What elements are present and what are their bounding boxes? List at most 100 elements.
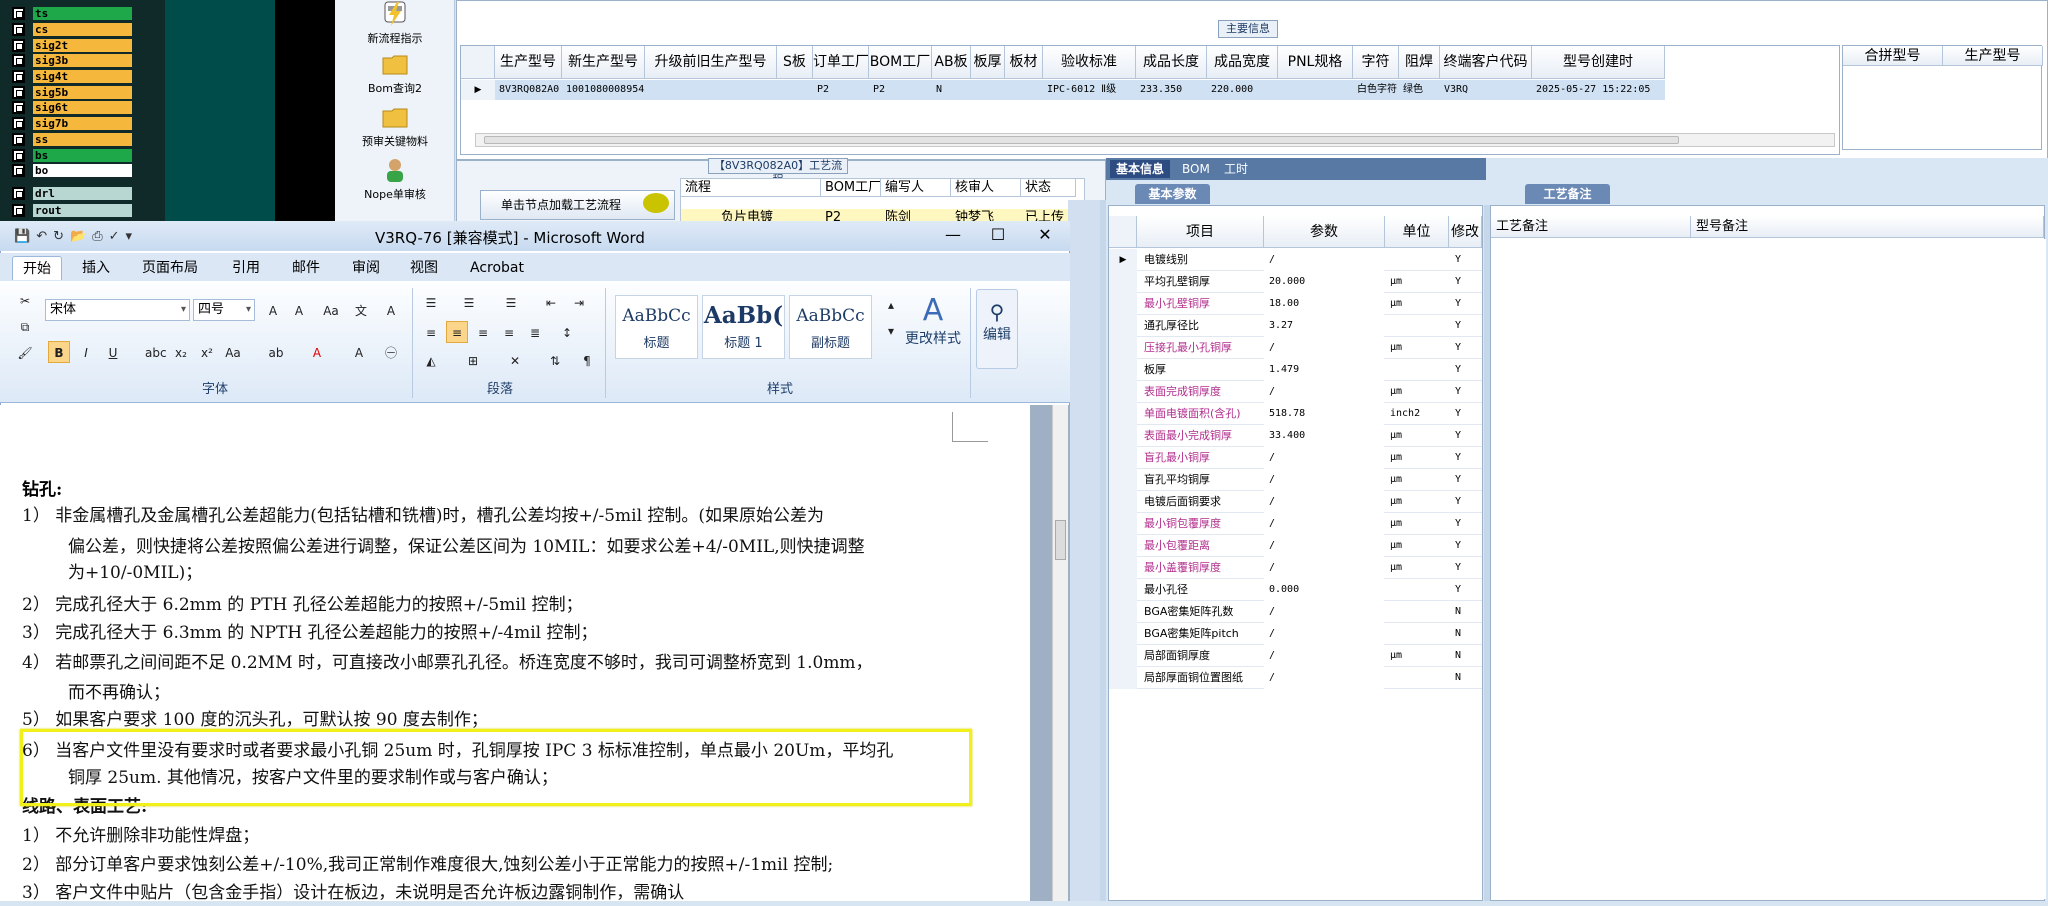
grid-cell[interactable]: 10010800089545 [562, 80, 645, 100]
param-row[interactable]: 电镀后面铜要求 / μm Y [1109, 491, 1482, 513]
param-row[interactable]: 单面电镀面积(含孔) 518.78 inch2 Y [1109, 403, 1482, 425]
param-value[interactable]: / [1264, 491, 1384, 513]
row-selector[interactable] [1109, 337, 1137, 359]
clear-format-icon[interactable]: Aa [320, 299, 342, 321]
underline-button[interactable]: U [102, 341, 124, 363]
grid-header[interactable]: 板厚 [971, 46, 1005, 79]
edit-button[interactable]: ⚲ 编辑 [976, 289, 1018, 369]
param-row[interactable]: 最小包覆距离 / μm Y [1109, 535, 1482, 557]
checkbox[interactable] [12, 38, 25, 52]
param-row[interactable]: BGA密集矩阵孔数 / N [1109, 601, 1482, 623]
signal-row[interactable]: ss [12, 132, 132, 146]
param-row[interactable]: 最小铜包覆厚度 / μm Y [1109, 513, 1482, 535]
justify-icon[interactable]: ≡ [498, 321, 520, 343]
param-value[interactable]: / [1264, 513, 1384, 535]
param-row[interactable]: 局部厚面铜位置图纸 / N [1109, 667, 1482, 689]
grid-header[interactable]: PNL规格 [1278, 46, 1353, 79]
row-selector[interactable] [1109, 579, 1137, 601]
process-col-header[interactable]: 状态 [1021, 179, 1076, 197]
grid-cell[interactable] [971, 80, 1005, 100]
undo-icon[interactable]: ↶ [36, 229, 47, 244]
grid-header[interactable]: 阻焊 [1399, 46, 1440, 79]
splitter[interactable] [1100, 200, 1106, 901]
row-selector[interactable] [1109, 381, 1137, 403]
grid-header[interactable]: AB板 [932, 46, 971, 79]
row-selector[interactable] [1109, 315, 1137, 337]
bom-query-button[interactable]: Bom查询2 [335, 52, 455, 96]
note-col-model[interactable]: 型号备注 [1691, 216, 2044, 238]
grid-header[interactable]: 终端客户代码 [1440, 46, 1532, 79]
style-title[interactable]: AaBbCc 标题 [615, 295, 698, 359]
grid-cell[interactable]: 8V3RQ082A0 [495, 80, 562, 100]
row-selector[interactable] [1109, 667, 1137, 689]
maximize-button[interactable]: ☐ [983, 225, 1013, 245]
param-value[interactable]: 518.78 [1264, 403, 1384, 425]
param-row[interactable]: 平均孔壁铜厚 20.000 μm Y [1109, 271, 1482, 293]
param-value[interactable]: / [1264, 601, 1384, 623]
shading-icon[interactable]: A [348, 341, 370, 363]
ribbon-tab-3[interactable]: 引用 [222, 256, 270, 280]
param-row[interactable]: 局部面铜厚度 / μm N [1109, 645, 1482, 667]
checkbox[interactable] [12, 116, 25, 130]
highlight-icon[interactable]: ab [265, 341, 287, 363]
checkbox[interactable] [12, 85, 25, 99]
row-selector[interactable] [1109, 271, 1137, 293]
ribbon-tab-4[interactable]: 邮件 [282, 256, 330, 280]
enclosed-char-icon[interactable]: ㊀ [380, 341, 402, 363]
char-border-icon[interactable]: A [380, 299, 402, 321]
process-col-header[interactable]: 流程 [681, 179, 821, 197]
grid-cell[interactable]: IPC-6012 Ⅱ级 [1043, 80, 1136, 100]
param-row[interactable]: 最小盖覆铜厚度 / μm Y [1109, 557, 1482, 579]
font-color-icon[interactable]: A [306, 341, 328, 363]
param-value[interactable]: / [1264, 337, 1384, 359]
param-row[interactable]: 最小孔径 0.000 Y [1109, 579, 1482, 601]
row-selector[interactable]: ▶ [461, 80, 495, 100]
grid-cell[interactable] [645, 80, 777, 100]
ribbon-tab-7[interactable]: Acrobat [460, 256, 534, 280]
param-row[interactable]: 表面完成铜厚度 / μm Y [1109, 381, 1482, 403]
print-icon[interactable]: ⎙ [92, 229, 102, 244]
checkbox[interactable] [12, 53, 25, 67]
grid-cell[interactable]: P2 [869, 80, 932, 100]
distribute-icon[interactable]: ≣ [524, 321, 546, 343]
param-row[interactable]: ▶ 电镀线别 / Y [1109, 249, 1482, 271]
grow-font-icon[interactable]: A [262, 299, 284, 321]
side-grid-header[interactable]: 合拼型号 [1843, 46, 1943, 66]
row-selector[interactable] [1109, 425, 1137, 447]
checkbox[interactable] [12, 100, 25, 114]
numbering-icon[interactable]: ☰ [458, 291, 480, 313]
param-col-header[interactable]: 修改 [1449, 216, 1482, 248]
grid-header[interactable]: 订单工厂 [813, 46, 869, 79]
param-row[interactable]: 通孔厚径比 3.27 Y [1109, 315, 1482, 337]
param-row[interactable]: BGA密集矩阵pitch / N [1109, 623, 1482, 645]
style-heading1[interactable]: AaBb( 标题 1 [702, 295, 785, 359]
signal-row[interactable]: sig5b [12, 85, 132, 99]
horizontal-scrollbar[interactable] [475, 133, 1835, 147]
checkbox[interactable] [12, 203, 25, 217]
param-value[interactable]: / [1264, 381, 1384, 403]
row-selector[interactable] [1109, 359, 1137, 381]
align-left-icon[interactable]: ≡ [420, 321, 442, 343]
grid-header[interactable]: 成品长度 [1136, 46, 1207, 79]
param-row[interactable]: 盲孔最小铜厚 / μm Y [1109, 447, 1482, 469]
bullets-icon[interactable]: ☰ [420, 291, 442, 313]
shrink-font-icon[interactable]: A [288, 299, 310, 321]
tab-basic-params[interactable]: 基本参数 [1135, 184, 1210, 204]
format-painter-icon[interactable]: 🖌 [14, 341, 36, 363]
param-value[interactable]: / [1264, 557, 1384, 579]
grid-cell[interactable]: 白色字符 [1353, 80, 1399, 100]
scroll-thumb[interactable] [1055, 520, 1066, 560]
checkbox[interactable] [12, 148, 25, 162]
checkbox[interactable] [12, 22, 25, 36]
grid-header[interactable]: 成品宽度 [1207, 46, 1278, 79]
grid-cell[interactable] [777, 80, 813, 100]
row-selector[interactable] [1109, 403, 1137, 425]
tab-0[interactable]: 基本信息 [1110, 160, 1171, 178]
ribbon-tab-5[interactable]: 审阅 [342, 256, 390, 280]
param-row[interactable]: 最小孔壁铜厚 18.00 μm Y [1109, 293, 1482, 315]
signal-row[interactable]: sig3b [12, 53, 132, 67]
signal-row[interactable]: sig4t [12, 69, 132, 83]
style-subtitle[interactable]: AaBbCc 副标题 [789, 295, 872, 359]
tab-2[interactable]: 工时 [1218, 160, 1254, 178]
param-value[interactable]: / [1264, 667, 1384, 689]
